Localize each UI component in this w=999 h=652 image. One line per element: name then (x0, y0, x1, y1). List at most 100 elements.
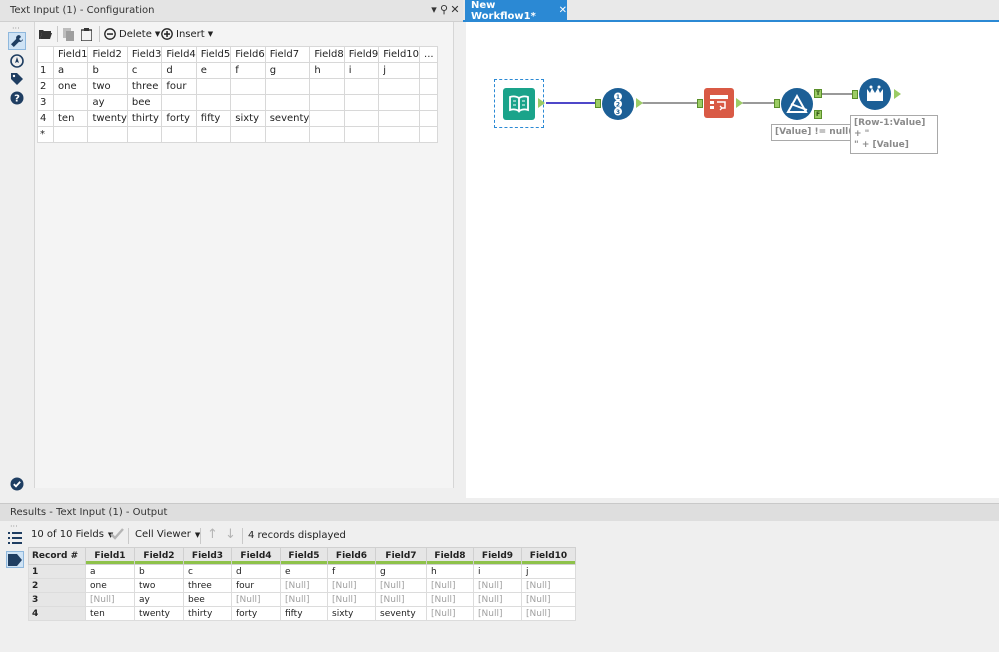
results-cell[interactable]: b (134, 564, 184, 579)
grid-cell[interactable] (126, 126, 163, 143)
grid-cell[interactable] (343, 78, 380, 95)
grid-cell[interactable] (309, 78, 345, 95)
grid-cell[interactable]: seventy (264, 110, 311, 127)
grid-cell[interactable]: three (126, 78, 163, 95)
grid-cell[interactable]: e (195, 62, 232, 79)
results-column-header[interactable]: Field10 (521, 547, 576, 565)
grid-cell[interactable] (309, 94, 345, 111)
tab-new-workflow[interactable]: New Workflow1* ✕ (465, 0, 567, 22)
output-anchor[interactable] (894, 89, 901, 99)
grid-cell[interactable] (52, 126, 89, 143)
select-tool[interactable] (704, 88, 734, 118)
workflow-canvas[interactable]: 1 2 3 T F [Value] != null() [Row-1:Value… (466, 22, 999, 498)
results-column-header[interactable]: Field6 (327, 547, 376, 565)
grid-cell[interactable] (309, 126, 345, 143)
grid-cell[interactable]: g (264, 62, 311, 79)
grid-cell[interactable] (343, 126, 380, 143)
results-cell[interactable]: [Null] (473, 578, 522, 593)
close-tab-icon[interactable]: ✕ (559, 5, 567, 16)
grid-cell[interactable]: twenty (87, 110, 128, 127)
grid-cell[interactable]: i (343, 62, 380, 79)
results-cell[interactable]: four (231, 578, 281, 593)
grid-cell[interactable]: ay (87, 94, 128, 111)
grid-cell[interactable] (378, 94, 421, 111)
results-cell[interactable]: i (473, 564, 522, 579)
grid-cell[interactable]: b (87, 62, 128, 79)
sort-up-icon[interactable]: ↑ (207, 527, 218, 542)
text-input-grid[interactable]: Field1 Field2 Field3 Field4 Field5 Field6 Fiel… (37, 46, 439, 143)
results-cell[interactable]: f (327, 564, 376, 579)
grid-cell[interactable]: c (126, 62, 163, 79)
cell-viewer-dropdown[interactable]: Cell Viewer ▼ (135, 529, 200, 540)
grid-column-header[interactable]: Field3 (126, 46, 163, 63)
grid-cell[interactable] (230, 126, 266, 143)
results-cell[interactable]: [Null] (85, 592, 135, 607)
help-icon[interactable]: ? (8, 89, 26, 107)
grid-cell[interactable] (230, 94, 266, 111)
results-cell[interactable]: [Null] (280, 578, 328, 593)
grid-cell[interactable]: a (52, 62, 89, 79)
grid-cell[interactable] (343, 110, 380, 127)
grid-cell[interactable]: two (87, 78, 128, 95)
grid-cell[interactable] (195, 126, 232, 143)
multi-row-formula-tool[interactable] (859, 78, 891, 110)
grid-column-header[interactable]: ... (419, 46, 439, 63)
results-cell[interactable]: sixty (327, 606, 376, 621)
results-cell[interactable]: [Null] (521, 592, 576, 607)
check-circle-icon[interactable] (8, 475, 26, 493)
grid-cell[interactable] (378, 110, 421, 127)
results-column-header[interactable]: Field1 (85, 547, 135, 565)
results-column-header[interactable]: Field4 (231, 547, 281, 565)
results-cell[interactable]: [Null] (327, 592, 376, 607)
grid-cell[interactable] (378, 126, 421, 143)
results-cell[interactable]: [Null] (231, 592, 281, 607)
grid-cell[interactable] (52, 94, 89, 111)
grid-cell[interactable] (230, 78, 266, 95)
grid-column-header[interactable]: Field10 (378, 46, 421, 63)
grid-column-header[interactable]: Field2 (87, 46, 128, 63)
output-anchor[interactable] (538, 98, 545, 108)
results-cell[interactable]: ay (134, 592, 184, 607)
grid-column-header[interactable]: Field4 (161, 46, 197, 63)
results-cell[interactable]: three (183, 578, 232, 593)
insert-button[interactable]: Insert ▼ (161, 26, 213, 42)
results-cell[interactable]: [Null] (473, 606, 522, 621)
results-column-header[interactable]: Field3 (183, 547, 232, 565)
record-id-tool[interactable]: 1 2 3 (602, 88, 634, 120)
results-cell[interactable]: e (280, 564, 328, 579)
open-folder-icon[interactable] (39, 26, 52, 42)
tag-arrow-icon[interactable] (6, 551, 24, 568)
results-cell[interactable]: g (375, 564, 427, 579)
grid-cell[interactable] (419, 126, 439, 143)
sort-down-icon[interactable]: ↓ (225, 527, 236, 542)
compass-icon[interactable] (8, 52, 26, 70)
input-anchor[interactable] (774, 99, 780, 108)
grid-column-header[interactable]: Field7 (264, 46, 311, 63)
input-anchor[interactable] (852, 90, 858, 99)
grid-column-header[interactable]: Field1 (52, 46, 89, 63)
results-cell[interactable]: d (231, 564, 281, 579)
grid-cell[interactable] (419, 78, 439, 95)
grid-cell[interactable]: ten (52, 110, 89, 127)
grid-cell[interactable] (378, 78, 421, 95)
results-cell[interactable]: forty (231, 606, 281, 621)
results-cell[interactable]: ten (85, 606, 135, 621)
results-cell[interactable]: [Null] (426, 578, 474, 593)
tag-icon[interactable] (8, 70, 26, 88)
results-cell[interactable]: fifty (280, 606, 328, 621)
delete-button[interactable]: Delete ▼ (104, 26, 160, 42)
grid-cell[interactable] (195, 94, 232, 111)
grid-column-header[interactable]: Field8 (309, 46, 345, 63)
grid-cell[interactable]: j (378, 62, 421, 79)
grid-cell[interactable]: d (161, 62, 197, 79)
grid-column-header[interactable]: Field5 (195, 46, 232, 63)
grid-cell[interactable]: bee (126, 94, 163, 111)
results-grid[interactable]: Record # Field1 Field2 Field3 Field4 Field5 Fi… (28, 547, 576, 621)
paste-icon[interactable] (81, 26, 92, 42)
grid-cell[interactable] (161, 126, 197, 143)
list-icon[interactable] (8, 531, 22, 548)
wrench-icon[interactable] (8, 32, 26, 50)
grid-cell[interactable]: sixty (230, 110, 266, 127)
grid-cell[interactable] (264, 126, 311, 143)
grid-column-header[interactable]: Field6 (230, 46, 266, 63)
